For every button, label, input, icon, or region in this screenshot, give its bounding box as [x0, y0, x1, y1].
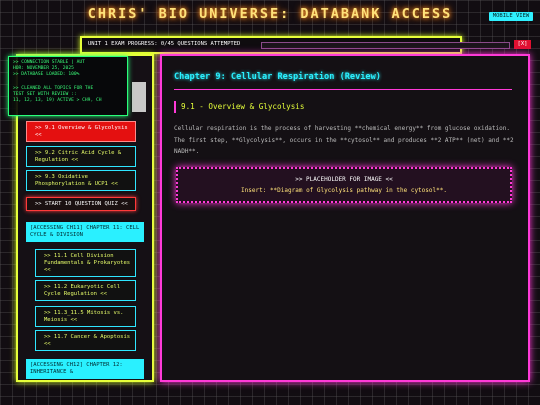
placeholder-insert-text: Insert: **Diagram of Glycolysis pathway …	[241, 187, 447, 194]
chapter-11-header[interactable]: [ACCESSING CH11] CHAPTER 11: CELL CYCLE …	[26, 222, 144, 242]
scroll-indicator	[132, 82, 146, 112]
debug-console: >> CONNECTION STABLE | AUT HOR: NOVEMBER…	[8, 56, 128, 116]
progress-label: UNIT 1 EXAM PROGRESS: 0/45 QUESTIONS ATT…	[88, 41, 241, 47]
start-quiz-button[interactable]: >> START 10 QUESTION QUIZ <<	[26, 197, 136, 211]
progress-bar	[261, 42, 510, 49]
sidebar-item-11-3[interactable]: >> 11.3_11.5 Mitosis vs. Meiosis <<	[35, 306, 136, 327]
placeholder-title: >> PLACEHOLDER FOR IMAGE <<	[295, 176, 393, 183]
close-progress-button[interactable]: [X]	[514, 40, 531, 49]
divider	[174, 89, 512, 90]
section-heading: 9.1 - Overview & Glycolysis	[174, 101, 304, 113]
exam-progress-panel: UNIT 1 EXAM PROGRESS: 0/45 QUESTIONS ATT…	[80, 36, 531, 54]
sidebar-item-9-3[interactable]: >> 9.3 Oxidative Phosphorylation & UCP1 …	[26, 170, 136, 191]
page-title: CHRIS' BIO UNIVERSE: DATABANK ACCESS	[87, 6, 453, 22]
debug-line: 11, 12, 13, 19) ACTIVE > CH9, CH	[13, 98, 102, 103]
main-content-panel: Chapter 9: Cellular Respiration (Review)…	[160, 54, 530, 382]
body-paragraph: Cellular respiration is the process of h…	[174, 125, 514, 155]
debug-line: >> DATABASE LOADED: 100%	[13, 72, 80, 77]
sidebar-item-9-1[interactable]: >> 9.1 Overview & Glycolysis <<	[26, 121, 136, 142]
sidebar-item-11-1[interactable]: >> 11.1 Cell Division Fundamentals & Pro…	[35, 249, 136, 277]
mobile-view-button[interactable]: MOBILE VIEW	[489, 12, 533, 21]
image-placeholder: >> PLACEHOLDER FOR IMAGE << Insert: **Di…	[176, 167, 512, 203]
sidebar-item-11-7[interactable]: >> 11.7 Cancer & Apoptosis <<	[35, 330, 136, 351]
sidebar-item-11-2[interactable]: >> 11.2 Eukaryotic Cell Cycle Regulation…	[35, 280, 136, 301]
chapter-title: Chapter 9: Cellular Respiration (Review)	[174, 72, 381, 82]
chapter-12-header[interactable]: [ACCESSING CH12] CHAPTER 12: INHERITANCE…	[26, 359, 144, 379]
sidebar-item-9-2[interactable]: >> 9.2 Citric Acid Cycle & Regulation <<	[26, 146, 136, 167]
